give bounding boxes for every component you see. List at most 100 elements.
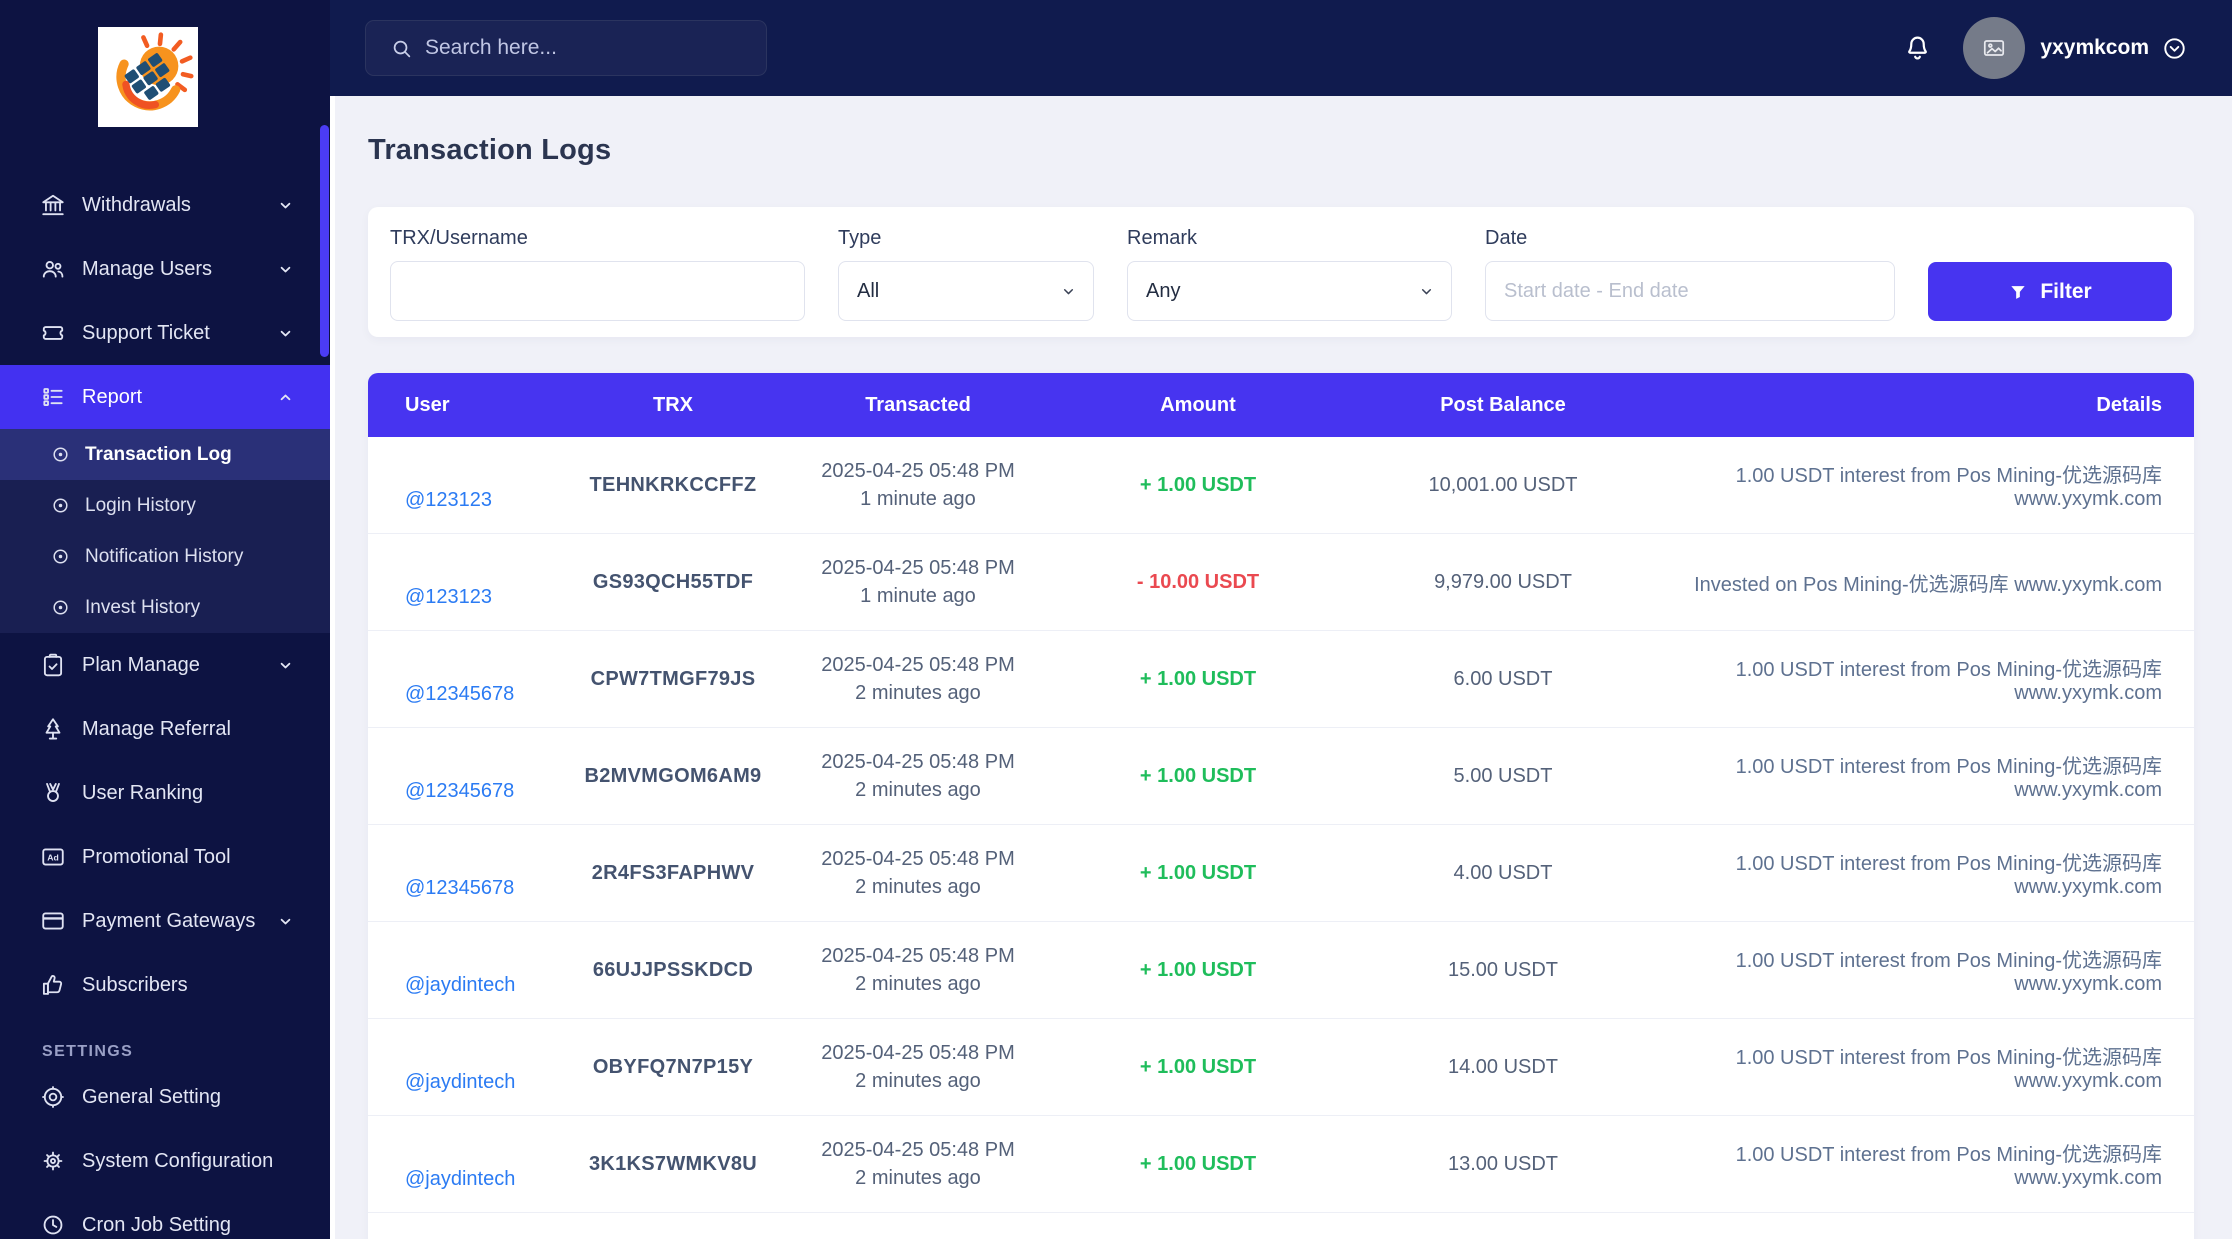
user-link[interactable]: @jaydintech (405, 974, 515, 997)
notification-bell-icon[interactable] (1902, 33, 1933, 64)
sidebar-item-manage-referral[interactable]: Manage Referral (0, 697, 330, 761)
sidebar-item-support-ticket[interactable]: Support Ticket (0, 301, 330, 365)
remark-select-value: Any (1146, 279, 1181, 302)
table-row: @jaydintech OBYFQ7N7P15Y 2025-04-25 05:4… (368, 1018, 2194, 1115)
transacted-datetime: 2025-04-25 05:48 PM (821, 460, 1015, 482)
amount-value: - 10.00 USDT (1136, 570, 1260, 593)
search-icon (390, 37, 413, 60)
sidebar-submenu: Transaction Log Login History Notificati… (0, 429, 330, 633)
table-row: @123123 GS93QCH55TDF 2025-04-25 05:48 PM… (368, 533, 2194, 630)
filter-button[interactable]: Filter (1928, 262, 2172, 321)
sidebar-item-notification-history[interactable]: Notification History (0, 531, 330, 582)
username[interactable]: yxymkcom (2040, 36, 2149, 60)
sidebar-section-settings: SETTINGS (42, 1043, 134, 1060)
image-placeholder-icon (1981, 35, 2007, 61)
user-link[interactable]: @12345678 (405, 877, 514, 900)
user-link[interactable]: @jaydintech (405, 1071, 515, 1094)
details-text: 1.00 USDT interest from Pos Mining-优选源码库… (1735, 659, 2162, 704)
details-text: Invested on Pos Mining-优选源码库 www.yxymk.c… (1694, 573, 2162, 596)
sidebar-item-invest-history[interactable]: Invest History (0, 582, 330, 633)
column-header-transacted: Transacted (865, 393, 971, 416)
trx-code: GS93QCH55TDF (592, 570, 754, 593)
sidebar-item-report[interactable]: Report (0, 365, 330, 429)
transacted-datetime: 2025-04-25 05:48 PM (821, 1042, 1015, 1064)
search-box (365, 20, 767, 76)
post-balance-value: 10,001.00 USDT (1428, 473, 1578, 496)
remark-select[interactable]: Any (1127, 261, 1452, 321)
main-content: Transaction Logs TRX/Username Type All R… (330, 96, 2232, 1239)
trx-code: 66UJJPSSKDCD (592, 958, 754, 981)
user-link[interactable]: @12345678 (405, 683, 514, 706)
sidebar-subitem-label: Invest History (85, 596, 201, 618)
details-text: 1.00 USDT interest from Pos Mining-优选源码库… (1735, 756, 2162, 801)
type-select[interactable]: All (838, 261, 1094, 321)
trx-code: B2MVMGOM6AM9 (584, 764, 762, 787)
transacted-ago: 1 minute ago (860, 585, 976, 607)
transacted-ago: 2 minutes ago (855, 973, 981, 995)
search-input[interactable] (413, 21, 766, 75)
user-link[interactable]: @12345678 (405, 780, 514, 803)
table-row (368, 1212, 2194, 1239)
dot-circle-icon (50, 444, 71, 465)
trx-code: TEHNKRKCCFFZ (589, 473, 757, 496)
transacted-ago: 1 minute ago (860, 488, 976, 510)
user-link[interactable]: @jaydintech (405, 1168, 515, 1191)
table-header-row: User TRX Transacted Amount Post Balance Detai… (368, 373, 2194, 437)
sidebar-item-subscribers[interactable]: Subscribers (0, 953, 330, 1017)
date-label: Date (1485, 227, 1528, 249)
column-header-trx: TRX (653, 393, 693, 416)
target-icon (40, 1084, 66, 1110)
table-body: @123123 TEHNKRKCCFFZ 2025-04-25 05:48 PM… (368, 437, 2194, 1239)
chevron-down-icon (277, 325, 294, 342)
sidebar-item-withdrawals[interactable]: Withdrawals (0, 173, 330, 237)
sidebar-item-system-configuration[interactable]: System Configuration (0, 1129, 330, 1193)
sidebar-item-login-history[interactable]: Login History (0, 480, 330, 531)
sidebar-item-user-ranking[interactable]: User Ranking (0, 761, 330, 825)
details-text: 1.00 USDT interest from Pos Mining-优选源码库… (1735, 465, 2162, 510)
sidebar-item-label: Manage Users (82, 257, 213, 280)
sidebar-item-cron-job-setting[interactable]: Cron Job Setting (0, 1193, 330, 1239)
transacted-datetime: 2025-04-25 05:48 PM (821, 557, 1015, 579)
sidebar-item-transaction-log[interactable]: Transaction Log (0, 429, 330, 480)
dot-circle-icon (50, 495, 71, 516)
amount-value: + 1.00 USDT (1139, 667, 1257, 690)
table-row: @123123 TEHNKRKCCFFZ 2025-04-25 05:48 PM… (368, 437, 2194, 533)
sidebar-item-general-setting[interactable]: General Setting (0, 1065, 330, 1129)
sidebar-item-manage-users[interactable]: Manage Users (0, 237, 330, 301)
post-balance-value: 5.00 USDT (1453, 764, 1553, 787)
user-link[interactable]: @123123 (405, 586, 492, 609)
column-header-user: User (405, 393, 450, 416)
chevron-down-icon (277, 657, 294, 674)
trx-code: OBYFQ7N7P15Y (592, 1055, 754, 1078)
transacted-datetime: 2025-04-25 05:48 PM (821, 654, 1015, 676)
sidebar-item-label: Promotional Tool (82, 845, 231, 868)
brand-logo[interactable] (98, 27, 198, 127)
trx-code: 3K1KS7WMKV8U (588, 1152, 758, 1175)
clipboard-icon (40, 652, 66, 678)
transacted-ago: 2 minutes ago (855, 1167, 981, 1189)
sidebar-item-payment-gateways[interactable]: Payment Gateways (0, 889, 330, 953)
transacted-datetime: 2025-04-25 05:48 PM (821, 848, 1015, 870)
user-link[interactable]: @123123 (405, 489, 492, 512)
user-menu-chevron-icon[interactable] (2161, 35, 2188, 62)
transacted-ago: 2 minutes ago (855, 876, 981, 898)
sidebar-item-label: User Ranking (82, 781, 204, 804)
column-header-post-balance: Post Balance (1440, 393, 1566, 416)
topbar-actions: yxymkcom (1902, 17, 2232, 79)
table-row: @jaydintech 3K1KS7WMKV8U 2025-04-25 05:4… (368, 1115, 2194, 1212)
avatar[interactable] (1963, 17, 2026, 79)
date-range-input[interactable] (1485, 261, 1895, 321)
ad-icon (40, 844, 66, 870)
sidebar-item-plan-manage[interactable]: Plan Manage (0, 633, 330, 697)
sidebar-item-label: Support Ticket (82, 321, 210, 344)
sidebar-item-promotional-tool[interactable]: Promotional Tool (0, 825, 330, 889)
sidebar-scrollbar[interactable] (320, 125, 329, 357)
sidebar-item-label: Manage Referral (82, 717, 231, 740)
chevron-down-icon (1417, 282, 1436, 301)
table-row: @jaydintech 66UJJPSSKDCD 2025-04-25 05:4… (368, 921, 2194, 1018)
sidebar-subitem-label: Transaction Log (85, 443, 232, 465)
trx-username-input[interactable] (390, 261, 805, 321)
thumb-icon (40, 972, 66, 998)
chevron-down-icon (277, 261, 294, 278)
card-icon (40, 908, 66, 934)
